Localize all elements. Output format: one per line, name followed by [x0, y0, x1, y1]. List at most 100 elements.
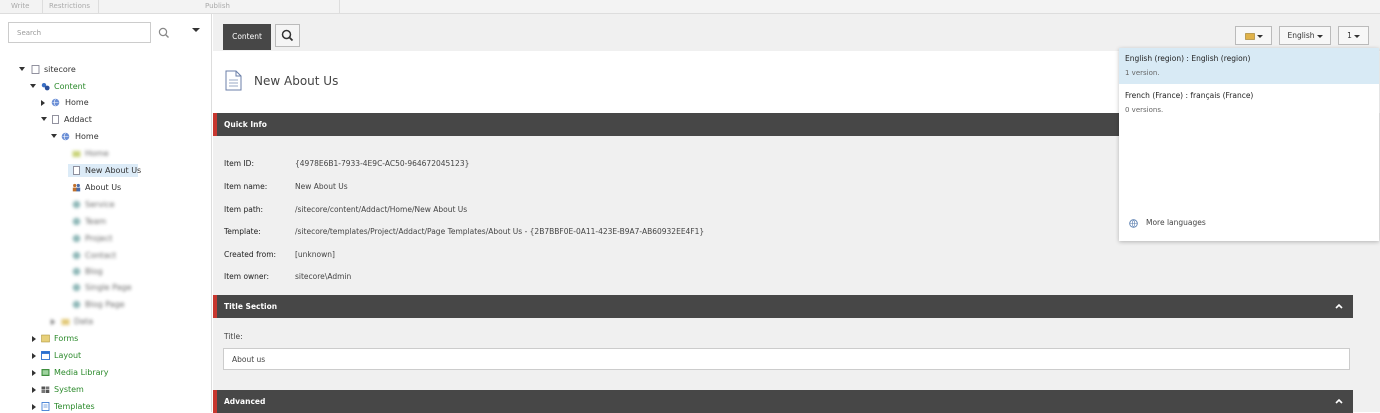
expand-arrow-icon[interactable] — [32, 404, 36, 410]
people-icon — [72, 183, 81, 192]
divider — [42, 0, 43, 13]
tree-node-label: Contact — [85, 251, 117, 260]
item-id-value: {4978E6B1-7933-4E9C-AC50-964672045123} — [295, 159, 470, 168]
chevron-down-icon — [1256, 34, 1263, 38]
globe-icon — [72, 234, 81, 243]
item-owner-value: sitecore\Admin — [295, 272, 352, 281]
search-icon[interactable] — [157, 26, 171, 40]
chevron-up-icon[interactable] — [1335, 303, 1343, 309]
info-label: Item name: — [224, 182, 268, 191]
language-option-french[interactable]: French (France) : français (France) 0 ve… — [1119, 85, 1379, 121]
collapse-arrow-icon[interactable] — [30, 84, 36, 88]
item-title: New About Us — [254, 74, 339, 88]
tree-node-label: Layout — [54, 351, 82, 360]
content-tree-panel: sitecore Content Home Addact Home Home N… — [0, 14, 212, 412]
tab-content[interactable]: Content — [223, 24, 271, 50]
tree-node-label: Single Page — [85, 283, 132, 292]
chevron-up-icon[interactable] — [1335, 398, 1343, 404]
title-field-input[interactable]: About us — [223, 348, 1350, 370]
expand-arrow-icon[interactable] — [32, 353, 36, 359]
version-count: 1 version. — [1125, 69, 1160, 77]
system-icon — [41, 386, 50, 393]
tree-node-label: Data — [74, 317, 94, 326]
version-label: 1 — [1347, 31, 1352, 40]
expand-arrow-icon[interactable] — [32, 370, 36, 376]
language-dropdown-menu: English (region) : English (region) 1 ve… — [1119, 48, 1379, 241]
tree-node-label: New About Us — [85, 166, 142, 175]
layout-icon — [41, 351, 50, 360]
sitecore-icon — [31, 65, 40, 74]
expand-arrow-icon[interactable] — [51, 319, 55, 325]
tree-node-label: Forms — [54, 334, 79, 343]
globe-icon — [1129, 218, 1138, 228]
tree-node-label: Blog Page — [85, 300, 125, 309]
item-path-value: /sitecore/content/Addact/Home/New About … — [295, 205, 468, 214]
tools-dropdown-button[interactable] — [1235, 26, 1272, 45]
tree-node-label: Blog — [85, 267, 103, 276]
section-title: Advanced — [224, 397, 266, 406]
home-globe-icon — [51, 98, 60, 107]
forms-icon — [41, 334, 50, 343]
template-link[interactable]: /sitecore/templates/Project/Addact/Page … — [295, 227, 704, 236]
section-advanced[interactable]: Advanced — [213, 390, 1353, 413]
info-label: Item ID: — [224, 159, 254, 168]
language-name: French (France) : français (France) — [1125, 91, 1254, 100]
more-languages-label: More languages — [1146, 218, 1206, 227]
tree-node-label: Team — [85, 217, 107, 226]
search-icon — [281, 29, 294, 42]
section-title: Title Section — [224, 302, 278, 311]
tree-node-label: Templates — [54, 402, 95, 411]
more-languages-link[interactable]: More languages — [1129, 218, 1206, 228]
tree-node-label: System — [54, 385, 84, 394]
tree-node-label: Media Library — [54, 368, 109, 377]
media-library-icon — [41, 369, 50, 376]
divider — [339, 0, 340, 13]
briefcase-icon — [1244, 33, 1255, 40]
info-label: Created from: — [224, 250, 277, 259]
title-field-label: Title: — [224, 332, 243, 341]
folder-icon — [72, 151, 81, 157]
language-option-english[interactable]: English (region) : English (region) 1 ve… — [1119, 48, 1379, 84]
section-title-section[interactable]: Title Section — [213, 295, 1353, 318]
language-label: English — [1287, 31, 1315, 40]
expand-arrow-icon[interactable] — [32, 387, 36, 393]
chevron-down-icon — [1316, 34, 1323, 38]
tree-node-label: Service — [85, 200, 115, 209]
globe-icon — [72, 283, 81, 292]
ribbon-strip: Write Restrictions Publish — [0, 0, 1380, 14]
document-icon — [225, 70, 242, 91]
page-icon — [52, 115, 59, 124]
collapse-arrow-icon[interactable] — [51, 134, 57, 138]
page-icon — [73, 166, 80, 175]
collapse-arrow-icon[interactable] — [19, 67, 25, 71]
tree-node-label: Home — [85, 149, 109, 158]
language-dropdown-button[interactable]: English — [1279, 26, 1331, 45]
ribbon-write[interactable]: Write — [11, 2, 29, 10]
tree-search-input[interactable] — [8, 22, 151, 43]
version-dropdown-button[interactable]: 1 — [1338, 26, 1369, 45]
globe-icon — [72, 267, 81, 276]
info-label: Item path: — [224, 205, 264, 214]
version-count: 0 versions. — [1125, 106, 1164, 114]
collapse-arrow-icon[interactable] — [41, 117, 47, 121]
tree-node-label: About Us — [85, 183, 122, 192]
ribbon-publish[interactable]: Publish — [205, 2, 230, 10]
templates-icon — [41, 402, 50, 411]
tree-node-label: sitecore — [44, 65, 76, 74]
language-name: English (region) : English (region) — [1125, 54, 1251, 63]
tab-search[interactable] — [275, 24, 300, 47]
globe-icon — [72, 300, 81, 309]
tree-node-label: Project — [85, 234, 113, 243]
search-options-dropdown-icon[interactable] — [192, 28, 200, 32]
section-title: Quick Info — [224, 120, 267, 129]
folder-icon — [61, 319, 70, 325]
expand-arrow-icon[interactable] — [32, 336, 36, 342]
ribbon-restrictions[interactable]: Restrictions — [49, 2, 90, 10]
globe-icon — [72, 251, 81, 260]
info-label: Template: — [224, 227, 261, 236]
tree-node-label: Home — [75, 132, 99, 141]
expand-arrow-icon[interactable] — [41, 100, 45, 106]
tree-node-new-about-us[interactable]: New About Us — [68, 164, 142, 177]
tree-node-label: Home — [65, 98, 89, 107]
item-name-value: New About Us — [295, 182, 348, 191]
